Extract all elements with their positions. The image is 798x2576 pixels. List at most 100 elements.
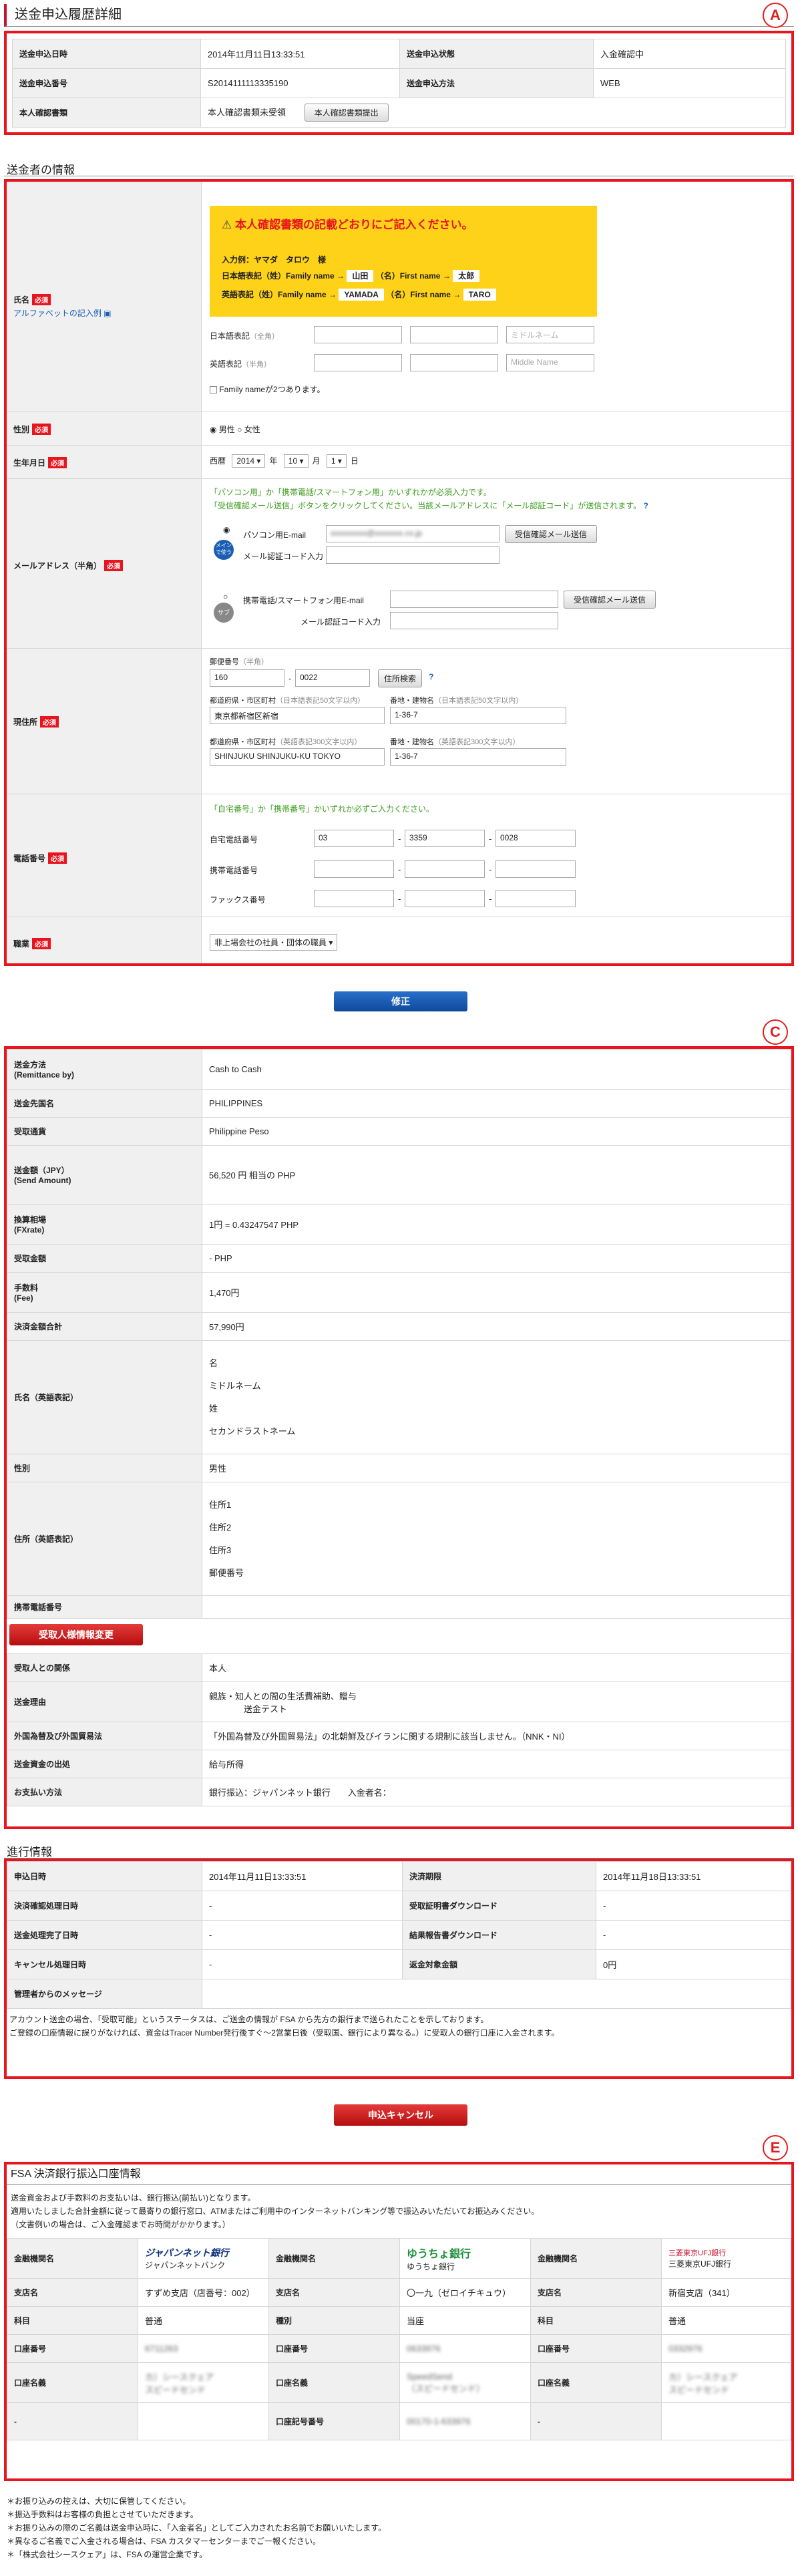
street-en-input[interactable]: 1-36-7: [390, 748, 566, 766]
label: キャンセル処理日時: [7, 1949, 202, 1979]
zip2-input[interactable]: 0022: [295, 669, 370, 687]
mobile-send-confirm-button[interactable]: 受信確認メール送信: [564, 591, 656, 609]
year-select[interactable]: 2014 ▾: [232, 454, 266, 468]
text: 都道府県・市区町村: [210, 697, 276, 705]
required-badge: 必須: [104, 560, 124, 571]
pref-jp-label: 都道府県・市区町村（日本語表記50文字以内）: [210, 695, 365, 705]
intro-line: （文書例いの場合は、ご入金確認までお時間がかかります。）: [11, 2220, 230, 2229]
label: 口座番号: [7, 2334, 138, 2363]
value: 住所1 住所2 住所3 郵便番号: [202, 1482, 791, 1596]
cancel-application-button[interactable]: 申込キャンセル: [334, 2104, 467, 2126]
checkbox-icon: [210, 386, 217, 394]
pc-mail-input[interactable]: xxxxxxxxx@xxxxxxx.co.jp: [326, 525, 500, 542]
pc-send-confirm-button[interactable]: 受信確認メール送信: [505, 525, 598, 543]
page-title: 送金申込履歴詳細: [4, 4, 794, 27]
marker-a: A: [763, 3, 788, 28]
value: 00170-1-633976: [399, 2402, 531, 2440]
warning-jp-line: 日本語表記（姓）Family name → 山田 （名）First name →…: [222, 270, 480, 282]
main-mail-radio[interactable]: ◉: [223, 525, 230, 534]
zip1-input[interactable]: 160: [210, 669, 284, 687]
pref-en-input[interactable]: SHINJUKU SHINJUKU-KU TOKYO: [210, 748, 385, 766]
day-select[interactable]: 1 ▾: [326, 454, 347, 468]
value: カ）シースクェア スピードセンド: [661, 2362, 791, 2403]
label: 科目: [7, 2306, 138, 2335]
mobile-mail-input[interactable]: [390, 591, 558, 608]
pc-mail-label: パソコン用E-mail: [243, 530, 307, 540]
mobile-tel-3[interactable]: [495, 860, 576, 878]
value: -: [596, 1891, 791, 1921]
edit-button[interactable]: 修正: [334, 991, 467, 1011]
bank-logo: 三菱東京UFJ銀行: [668, 2249, 727, 2257]
label: 性別: [7, 1454, 202, 1482]
link-text: アルファベットの記入例: [13, 309, 104, 318]
bank-name: 三菱東京UFJ銀行: [668, 2259, 731, 2269]
footnote: ＊異なるご名義でご入金される場合は、FSA カスタマーセンターまでご一報ください…: [7, 2537, 321, 2546]
pc-auth-input[interactable]: [326, 546, 500, 564]
sub-mail-radio[interactable]: ○: [223, 592, 228, 601]
value: 56,520 円 相当の PHP: [202, 1145, 791, 1204]
radio-male[interactable]: ◉ 男性: [210, 425, 235, 434]
home-tel-1[interactable]: 03: [314, 830, 394, 847]
street-jp-input[interactable]: 1-36-7: [390, 707, 566, 724]
family-name-two-checkbox[interactable]: Family nameが2つあります。: [210, 383, 325, 395]
text: 番地・建物名: [390, 738, 434, 746]
text: 番地・建物名: [390, 697, 434, 705]
address-label: 現住所 必須: [13, 716, 59, 728]
text: 性別: [13, 425, 30, 434]
footnote: ＊お振り込みの控えは、大切に保管してください。: [7, 2497, 191, 2506]
jp-family-name-input[interactable]: [314, 326, 402, 343]
en-first-name-input[interactable]: [410, 354, 498, 371]
warning-example: 入力例：ヤマダ タロウ 様: [222, 255, 327, 265]
jp-middle-name-input[interactable]: ミドルネーム: [506, 326, 594, 343]
submit-id-doc-button[interactable]: 本人確認書類提出: [304, 104, 389, 122]
month-select[interactable]: 10 ▾: [283, 454, 309, 468]
mobile-tel-2[interactable]: [405, 860, 485, 878]
mobile-auth-input[interactable]: [390, 612, 558, 629]
value: -: [596, 1920, 791, 1950]
address-search-button[interactable]: 住所検索: [378, 669, 423, 687]
label: -: [7, 2402, 138, 2440]
help-icon[interactable]: ?: [643, 501, 648, 510]
home-tel-3[interactable]: 0028: [495, 830, 576, 847]
job-select[interactable]: 非上場会社の社員・団体の職員 ▾: [210, 934, 338, 951]
note: アカウント送金の場合、「受取可能」というステータスは、ご送金の情報が FSA か…: [9, 2015, 489, 2024]
job-value: 非上場会社の社員・団体の職員: [214, 938, 327, 947]
label: 決済確認処理日時: [7, 1891, 202, 1921]
text: （名）First name →: [375, 271, 451, 281]
hint: （英語表記300文字以内）: [434, 738, 520, 746]
change-recipient-button[interactable]: 受取人様情報変更: [9, 1624, 143, 1645]
home-tel-2[interactable]: 3359: [405, 830, 485, 847]
hint: （日本語表記50文字以内）: [434, 697, 524, 705]
fax-1[interactable]: [314, 890, 394, 907]
marker-e: E: [763, 2135, 788, 2160]
label: 支店名: [7, 2278, 138, 2307]
change-recipient-row: 受取人様情報変更: [7, 1619, 791, 1653]
mobile-auth-label: メール認証コード入力: [301, 617, 381, 627]
radio-female[interactable]: ○ 女性: [237, 425, 260, 434]
label: 口座番号: [530, 2334, 662, 2363]
mobile-tel-1[interactable]: [314, 860, 394, 878]
fsa-bank-heading: FSA 決済銀行振込口座情報: [7, 2164, 791, 2185]
page: 送金申込履歴詳細 A 送金申込日時 2014年11月11日13:33:51 送金…: [0, 0, 798, 2576]
value: カ）シースクェア スピードセンド: [138, 2362, 269, 2403]
pref-jp-input[interactable]: 東京都新宿区新宿: [210, 707, 385, 724]
alphabet-example-link[interactable]: アルファベットの記入例 ▣: [13, 307, 112, 319]
text: 「受信確認メール送信」ボタンをクリックしてください。当該メールアドレスに「メール…: [210, 501, 642, 510]
street-jp-label: 番地・建物名（日本語表記50文字以内）: [390, 695, 523, 705]
required-badge: 必須: [32, 424, 51, 435]
label: 口座名義: [7, 2362, 138, 2403]
job-label: 職業 必須: [13, 938, 51, 949]
section-c: 送金方法 (Remittance by) Cash to Cash 送金先国名 PH…: [4, 1046, 794, 1829]
en-family-name-input[interactable]: [314, 354, 402, 371]
help-icon[interactable]: ?: [429, 672, 433, 681]
en-middle-name-input[interactable]: Middle Name: [506, 354, 594, 371]
label: 外国為替及び外国貿易法: [7, 1722, 202, 1750]
value: 0円: [596, 1949, 791, 1979]
mail-note-2: 「受信確認メール送信」ボタンをクリックしてください。当該メールアドレスに「メール…: [210, 500, 648, 511]
divider: [7, 478, 791, 479]
value: 0633976: [399, 2334, 531, 2363]
fax-2[interactable]: [405, 890, 485, 907]
label: 決済金額合計: [7, 1312, 202, 1341]
jp-first-name-input[interactable]: [410, 326, 498, 343]
fax-3[interactable]: [495, 890, 576, 907]
